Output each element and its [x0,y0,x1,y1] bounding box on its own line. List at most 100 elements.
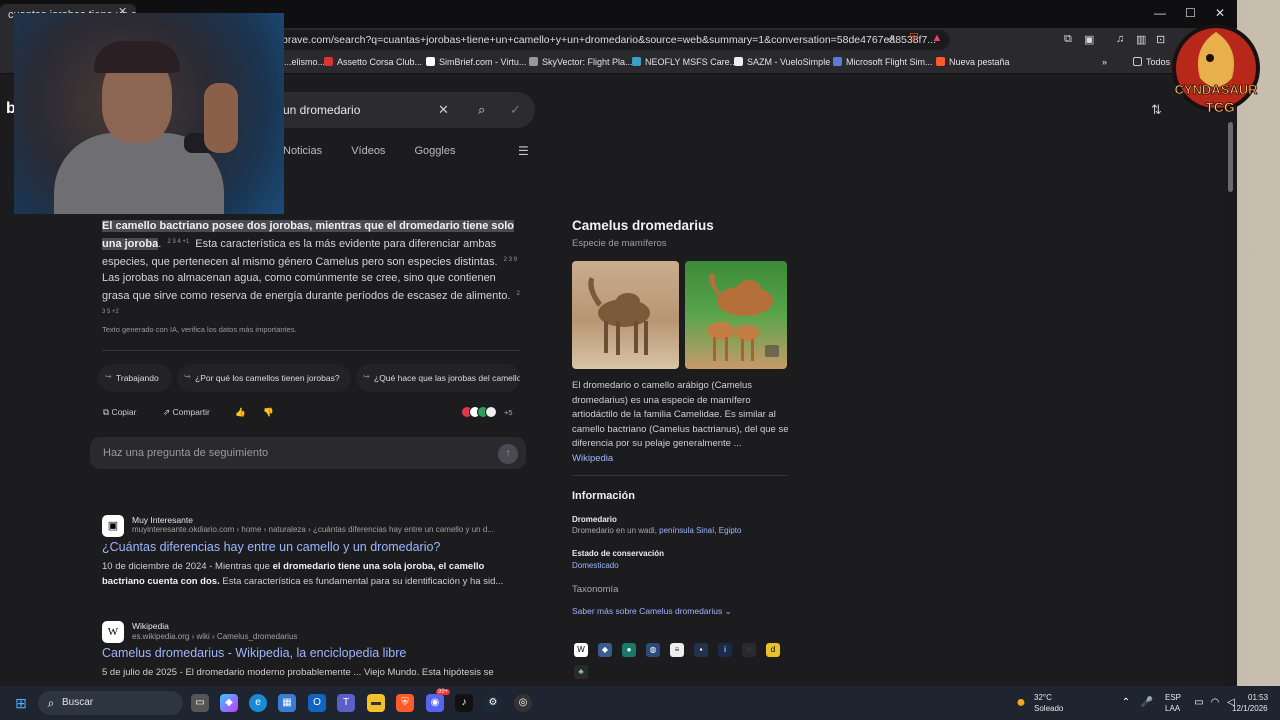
bookmark-item[interactable]: NEOFLY MSFS Care... [632,57,737,67]
outlook-icon[interactable]: O [308,694,326,712]
followup-input[interactable]: Haz una pregunta de seguimiento ↑ [90,437,526,469]
filter-icon[interactable]: ☰ [518,144,529,158]
result-site-name[interactable]: Muy Interesante [132,515,193,525]
source-icon[interactable]: ◆ [598,643,612,657]
result-description: 10 de diciembre de 2024 - Mientras que e… [102,561,504,587]
clock-date[interactable]: 12/1/2026 [1232,704,1268,713]
store-icon[interactable]: ▦ [278,694,296,712]
logo-text-cyndasaur: CYNDASAUR [1174,82,1258,97]
chevron-up-icon[interactable]: ⌃ [1117,694,1135,712]
copilot-icon[interactable]: ◆ [220,694,238,712]
share-button[interactable]: ⇗ Compartir [163,407,210,418]
source-avatars[interactable] [461,406,501,418]
suggestion-chip[interactable]: ↪ ¿Por qué los camellos tienen jorobas? [177,364,351,392]
tab-videos[interactable]: Vídeos [351,145,385,157]
extensions-icon[interactable]: ⧉ [1064,33,1072,46]
teams-icon[interactable]: T [337,694,355,712]
clock-time[interactable]: 01:53 [1248,693,1268,702]
result-title[interactable]: Camelus dromedarius - Wikipedia, la enci… [102,646,406,660]
sidebar-icon[interactable]: ▥ [1136,33,1146,46]
source-icon[interactable]: ▪ [694,643,708,657]
cyndasaur-tcg-logo: CYNDASAUR TCG [1170,18,1262,130]
domesticated-link[interactable]: Domesticado [572,561,619,570]
windows-start-icon[interactable]: ⊞ [12,694,30,712]
language-code[interactable]: ESP [1165,693,1181,702]
suggestion-chip[interactable]: ↪ Trabajando [98,364,172,392]
clear-search-icon[interactable]: ✕ [438,102,449,118]
tiktok-icon[interactable]: ♪ [455,694,473,712]
source-icon[interactable]: ● [622,643,636,657]
bookmark-item[interactable]: Assetto Corsa Club... [324,57,422,67]
bookmark-item[interactable]: SimBrief.com - Virtu... [426,57,526,67]
bookmark-item[interactable]: SAZM - VueloSimple [734,57,830,67]
result-url[interactable]: muyinteresante.okdiario.com › home › nat… [132,525,494,534]
tab-news[interactable]: Noticias [283,145,322,157]
sinai-link[interactable]: península Sinaí [659,526,714,535]
result-url[interactable]: es.wikipedia.org › wiki › Camelus_dromed… [132,632,297,641]
obs-icon[interactable]: ◎ [514,694,532,712]
source-icon[interactable]: ◍ [646,643,660,657]
bookmark-item[interactable]: Nueva pestaña [936,57,1010,67]
file-explorer-icon[interactable]: ▬ [367,694,385,712]
all-bookmarks-folder[interactable]: Todos [1133,57,1170,67]
steam-icon[interactable]: ⚙ [484,694,502,712]
citation-markers[interactable]: 2 3 9 [504,257,517,263]
send-button[interactable]: ↑ [498,444,518,464]
thumbs-up-icon[interactable]: 👍 [235,407,246,418]
result-favicon[interactable]: ▣ [102,515,124,537]
brave-icon[interactable]: ⛨ [396,694,414,712]
scrollbar[interactable] [1225,74,1237,686]
collapse-icon[interactable]: ⇅ [1151,102,1162,118]
search-input[interactable]: un dromedario [283,103,360,117]
ai-summary: El camello bactriano posee dos jorobas, … [102,220,520,315]
discord-icon[interactable]: ◉ [426,694,444,712]
minimize-icon[interactable]: — [1154,6,1166,20]
search-icon[interactable]: ⌕ [478,102,485,118]
wallet-icon[interactable]: ▣ [1084,33,1094,46]
task-view-icon[interactable]: ▭ [191,694,209,712]
address-bar[interactable]: brave.com/search?q=cuantas+jorobas+tiene… [270,30,950,50]
keyboard-layout[interactable]: LAA [1165,704,1180,713]
more-sources-count[interactable]: +5 [504,408,513,417]
camel-image-2[interactable] [685,261,787,369]
result-site-name[interactable]: Wikipedia [132,621,169,631]
search-tabs: Noticias Vídeos Goggles [283,145,481,157]
wikipedia-icon[interactable]: W [574,643,588,657]
suggestion-chip[interactable]: ↪ ¿Qué hace que las jorobas del camello [356,364,520,392]
share-icon[interactable]: ⇗ [884,32,898,46]
summary-text: Las jorobas no almacenan agua, como comú… [102,272,511,302]
media-icon[interactable]: ♫ [1116,33,1124,45]
edge-icon[interactable]: e [249,694,267,712]
info-label: Estado de conservación [572,549,665,558]
vpn-icon[interactable]: ⊡ [1156,33,1165,46]
learn-more-link[interactable]: Saber más sobre Camelus dromedarius ⌄ [572,606,732,617]
sun-icon[interactable]: ● [1012,694,1030,712]
citation-markers[interactable]: 2 3 4 +1 [167,239,189,245]
egypt-link[interactable]: Egipto [719,526,742,535]
camel-image-1[interactable] [572,261,679,369]
bookmark-item[interactable]: Microsoft Flight Sim... [833,57,933,67]
source-icon[interactable]: d [766,643,780,657]
brave-rewards-icon[interactable]: ▲ [930,32,944,46]
streamer-cap [94,41,180,73]
wikipedia-link[interactable]: Wikipedia [572,453,613,464]
temperature: 32°C [1034,693,1052,702]
result-favicon[interactable]: W [102,621,124,643]
source-icon[interactable]: i [718,643,732,657]
source-icon[interactable]: ≡ [670,643,684,657]
bookmark-item[interactable]: ...elismo... [284,57,325,67]
result-title[interactable]: ¿Cuántas diferencias hay entre un camell… [102,540,440,554]
bookmarks-overflow-icon[interactable]: » [1102,57,1107,67]
taxonomy-label[interactable]: Taxonomía [572,584,618,595]
thumbs-down-icon[interactable]: 👎 [263,407,274,418]
copy-button[interactable]: ⧉ Copiar [103,407,136,418]
source-icon[interactable]: ◌ [742,643,756,657]
mic-icon[interactable]: 🎤 [1138,694,1156,712]
summary-text: Esta característica es la más evidente p… [102,238,498,268]
tab-goggles[interactable]: Goggles [415,145,456,157]
brave-shields-icon[interactable]: ⛨ [907,32,921,46]
check-icon[interactable]: ✓ [510,102,521,118]
scroll-thumb[interactable] [1228,122,1233,192]
bookmark-item[interactable]: SkyVector: Flight Pla... [529,57,633,67]
source-icon[interactable]: ♣ [574,665,588,679]
